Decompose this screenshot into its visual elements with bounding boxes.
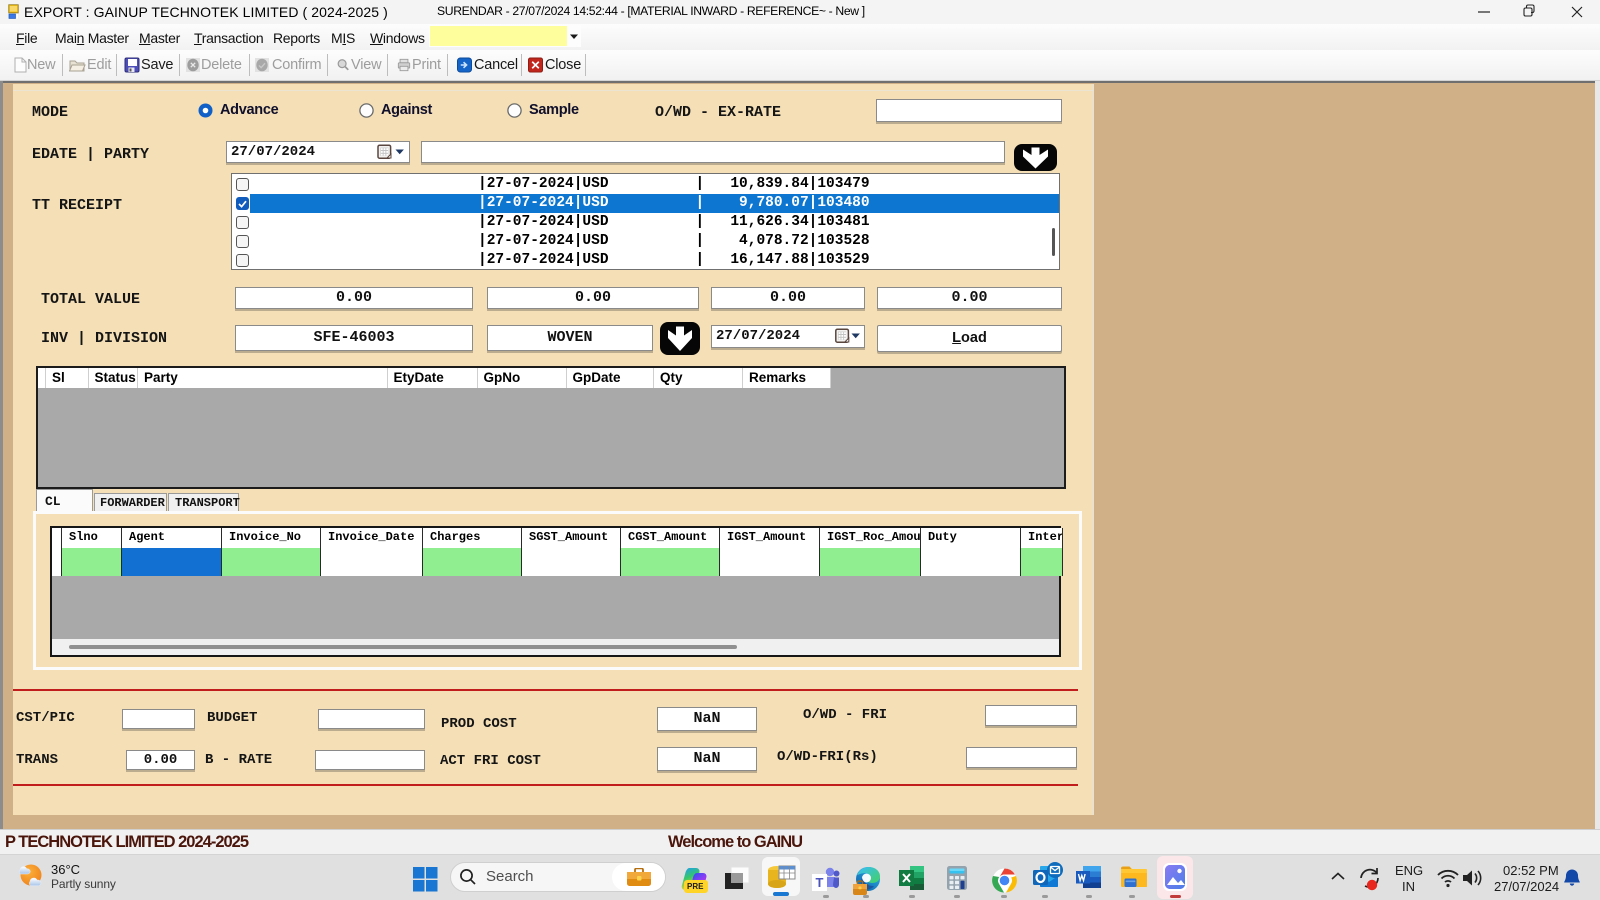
svg-text:T: T (816, 875, 824, 890)
